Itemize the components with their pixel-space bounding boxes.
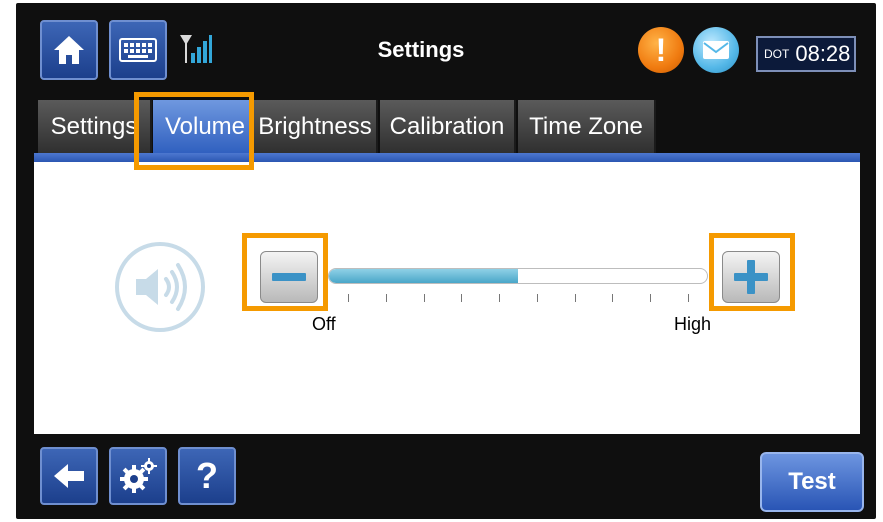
- back-button[interactable]: [40, 447, 98, 505]
- plus-icon: [734, 260, 768, 294]
- mail-icon[interactable]: [693, 27, 739, 73]
- slider-tick: [650, 294, 651, 302]
- minus-icon: [272, 273, 306, 281]
- keyboard-icon: [119, 38, 157, 62]
- volume-increase-button[interactable]: [722, 251, 780, 303]
- slider-tick: [688, 294, 689, 302]
- slider-tick: [537, 294, 538, 302]
- signal-icon: [180, 35, 212, 63]
- slider-tick: [461, 294, 462, 302]
- slider-tick: [499, 294, 500, 302]
- page-title: Settings: [377, 37, 465, 62]
- home-button[interactable]: [40, 20, 98, 80]
- volume-decrease-button[interactable]: [260, 251, 318, 303]
- help-button[interactable]: ?: [178, 447, 236, 505]
- back-arrow-icon: [54, 464, 84, 488]
- tab-calibration[interactable]: Calibration: [380, 100, 516, 154]
- slider-min-label: Off: [312, 314, 336, 334]
- volume-slider[interactable]: [328, 268, 708, 284]
- clock-display: DOT 08:28: [756, 36, 856, 72]
- slider-tick: [348, 294, 349, 302]
- speaker-icon: [115, 242, 205, 332]
- tab-settings[interactable]: Settings: [38, 100, 152, 154]
- slider-tick: [612, 294, 613, 302]
- home-icon: [54, 36, 84, 64]
- tab-brightness[interactable]: Brightness: [254, 100, 378, 154]
- tab-time-zone[interactable]: Time Zone: [518, 100, 656, 154]
- device-screen: Settings ! DOT 08:28 Settings Volume Bri…: [16, 3, 876, 519]
- test-button[interactable]: Test: [760, 452, 864, 512]
- screenshot-frame: Settings ! DOT 08:28 Settings Volume Bri…: [0, 0, 883, 522]
- time-label: 08:28: [795, 41, 851, 66]
- slider-tick: [386, 294, 387, 302]
- alert-icon[interactable]: !: [638, 27, 684, 73]
- envelope-icon: [703, 41, 729, 59]
- timezone-label: DOT: [764, 47, 790, 61]
- keyboard-button[interactable]: [109, 20, 167, 80]
- tab-underline-bar: [34, 153, 860, 162]
- slider-tick: [424, 294, 425, 302]
- slider-max-label: High: [674, 314, 712, 334]
- advanced-settings-button[interactable]: [109, 447, 167, 505]
- volume-panel: Off High: [34, 162, 860, 434]
- slider-tick: [575, 294, 576, 302]
- volume-slider-fill: [329, 269, 518, 283]
- tab-volume[interactable]: Volume: [153, 100, 259, 154]
- slider-ticks: [348, 294, 689, 304]
- gear-icon: [120, 458, 157, 493]
